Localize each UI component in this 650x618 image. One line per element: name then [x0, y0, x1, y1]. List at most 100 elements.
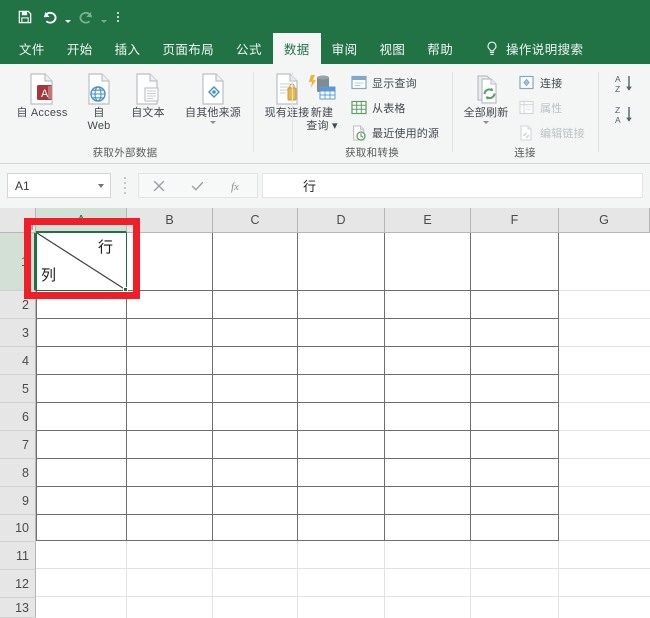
name-box-value[interactable]: A1: [8, 179, 92, 193]
from-table-icon: [350, 99, 367, 116]
column-header-c[interactable]: C: [213, 208, 298, 233]
formula-bar-buttons: fx: [138, 173, 258, 198]
row-header-13[interactable]: 13: [0, 598, 36, 618]
formula-bar-grip[interactable]: [122, 177, 127, 194]
table-border: [212, 232, 213, 541]
ribbon-group-sort-and-filter: A Z Z A: [600, 64, 650, 163]
tab-home[interactable]: 开始: [56, 33, 104, 64]
svg-text:A: A: [615, 115, 621, 125]
ribbon-button-from-access[interactable]: A 自 Access: [8, 71, 76, 120]
sort-za-icon: Z A: [614, 104, 636, 131]
ribbon-button-label: 连接: [540, 77, 563, 90]
row-header-7[interactable]: 7: [0, 431, 36, 459]
table-border: [297, 232, 298, 541]
formula-input[interactable]: 行: [262, 173, 643, 198]
chevron-down-icon[interactable]: [92, 183, 110, 188]
column-header-d[interactable]: D: [298, 208, 385, 233]
column-header-f[interactable]: F: [471, 208, 559, 233]
undo-dropdown-caret-icon[interactable]: [64, 6, 72, 28]
new-query-icon: [305, 71, 339, 107]
cancel-icon[interactable]: [144, 174, 174, 197]
ribbon-button-connections[interactable]: 连接: [518, 74, 562, 91]
row-header-8[interactable]: 8: [0, 459, 36, 487]
table-border: [384, 232, 385, 541]
redo-dropdown-caret-icon: [100, 6, 108, 28]
ribbon-button-label: 最近使用的源: [372, 127, 440, 140]
ribbon-tab-strip: 文件 开始 插入 页面布局 公式 数据 审阅 视图 帮助 操作说明搜索: [0, 33, 650, 64]
gridline: [36, 568, 650, 569]
tab-file[interactable]: 文件: [8, 33, 56, 64]
divider: [253, 72, 254, 152]
ribbon-button-show-queries[interactable]: 显示查询: [350, 74, 417, 91]
tab-data[interactable]: 数据: [272, 33, 321, 64]
show-queries-icon: [350, 74, 367, 91]
edit-links-icon: [518, 124, 535, 141]
ribbon-button-refresh-all[interactable]: 全部刷新: [458, 71, 514, 124]
ribbon-button-label2: Web: [87, 120, 111, 132]
chevron-down-icon[interactable]: [483, 121, 489, 124]
tab-help[interactable]: 帮助: [416, 33, 464, 64]
name-box[interactable]: A1: [7, 173, 111, 198]
ribbon-group-label: 获取外部数据: [92, 147, 158, 159]
ribbon-group-label: 连接: [514, 147, 536, 159]
svg-text:fx: fx: [231, 181, 239, 193]
row-header-11[interactable]: 11: [0, 542, 36, 570]
undo-icon[interactable]: [39, 6, 61, 28]
tab-formulas[interactable]: 公式: [225, 33, 273, 64]
ribbon-tabs: 文件 开始 插入 页面布局 公式 数据 审阅 视图 帮助: [8, 33, 464, 64]
tab-view[interactable]: 视图: [368, 33, 416, 64]
ribbon-button-properties: 属性: [518, 99, 562, 116]
row-header-4[interactable]: 4: [0, 347, 36, 375]
sort-ascending-button[interactable]: A Z: [612, 73, 638, 99]
customize-qat-icon[interactable]: [111, 6, 125, 28]
sort-descending-button[interactable]: Z A: [612, 104, 638, 130]
ribbon-button-label: 自其他来源: [185, 107, 241, 119]
ribbon-button-from-web[interactable]: 自 Web: [78, 71, 120, 133]
web-doc-icon: [85, 71, 113, 107]
connections-icon: [518, 74, 535, 91]
ribbon-group-label: 获取和转换: [345, 147, 399, 159]
ribbon-button-label: 自 Access: [16, 107, 68, 119]
column-header-e[interactable]: E: [385, 208, 471, 233]
quick-access-toolbar: [14, 6, 125, 28]
ribbon-button-from-table[interactable]: 从表格: [350, 99, 406, 116]
row-header-10[interactable]: 10: [0, 515, 36, 542]
ribbon: A 自 Access 自 Web 自文本 自其他来源 现有连接 获取外部数据 新…: [0, 64, 650, 164]
other-source-doc-icon: [199, 71, 227, 107]
ribbon-button-new-query[interactable]: 新建 查询 ▾: [298, 71, 346, 133]
divider: [452, 72, 453, 152]
ribbon-button-from-other-sources[interactable]: 自其他来源: [176, 71, 250, 124]
ribbon-button-from-text[interactable]: 自文本: [120, 71, 176, 120]
tab-review[interactable]: 审阅: [321, 33, 369, 64]
refresh-all-icon: [470, 71, 502, 107]
ribbon-button-recent-sources[interactable]: 最近使用的源: [350, 124, 439, 141]
ribbon-button-label: 自文本: [131, 107, 165, 119]
insert-function-icon[interactable]: fx: [222, 174, 252, 197]
row-header-5[interactable]: 5: [0, 375, 36, 403]
text-doc-icon: [134, 71, 162, 107]
ribbon-button-label: 属性: [540, 102, 563, 115]
tab-insert[interactable]: 插入: [104, 33, 152, 64]
ribbon-button-label: 自: [93, 107, 105, 119]
ribbon-button-edit-links: 编辑链接: [518, 124, 585, 141]
enter-icon[interactable]: [183, 174, 213, 197]
red-highlight-box: [24, 218, 140, 299]
save-icon[interactable]: [14, 6, 36, 28]
formula-bar: A1 fx 行: [0, 164, 650, 209]
ribbon-button-label2: 查询 ▾: [306, 120, 338, 132]
tell-me-label: 操作说明搜索: [506, 43, 584, 57]
tab-page-layout[interactable]: 页面布局: [151, 33, 225, 64]
ribbon-group-connections: 全部刷新 连接 属性 编辑链接 连接: [456, 64, 594, 163]
column-header-g[interactable]: G: [559, 208, 650, 233]
row-header-9[interactable]: 9: [0, 487, 36, 515]
excel-window: 文件 开始 插入 页面布局 公式 数据 审阅 视图 帮助 操作说明搜索 A 自 …: [0, 0, 650, 618]
table-border: [558, 232, 559, 541]
row-header-3[interactable]: 3: [0, 319, 36, 347]
row-header-12[interactable]: 12: [0, 570, 36, 598]
chevron-down-icon[interactable]: [210, 121, 216, 124]
divider: [292, 72, 293, 152]
gridline: [36, 596, 650, 597]
lightbulb-icon: [485, 41, 499, 57]
tell-me-search[interactable]: 操作说明搜索: [485, 33, 583, 64]
row-header-6[interactable]: 6: [0, 403, 36, 431]
